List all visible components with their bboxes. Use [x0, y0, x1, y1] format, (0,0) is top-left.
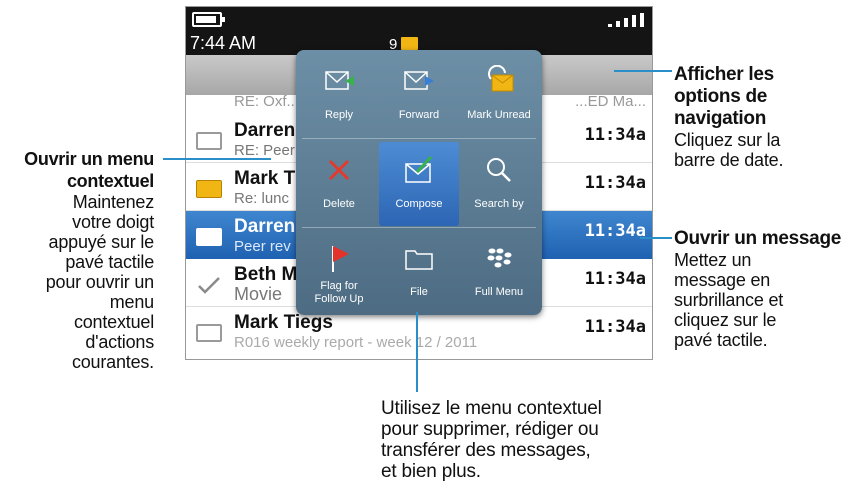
message-time: 11:34a: [584, 221, 646, 241]
flag-label-line2: Follow Up: [314, 293, 364, 305]
search-by-menu-item[interactable]: Search by: [459, 142, 539, 226]
message-sender: Beth M: [234, 264, 298, 285]
message-time: 11:34a: [584, 173, 646, 193]
annotation-heading: options de: [674, 86, 768, 107]
callout-line-bottom: [416, 312, 418, 392]
message-time: 11:34a: [584, 269, 646, 289]
annotation-line: Utilisez le menu contextuel: [381, 398, 602, 419]
annotation-line: votre doigt: [72, 212, 154, 232]
message-sender: Mark T: [234, 168, 296, 189]
annotation-line: barre de date.: [674, 150, 784, 170]
annotation-heading: Ouvrir un message: [674, 228, 842, 249]
compose-menu-item[interactable]: Compose: [379, 142, 459, 226]
read-envelope-icon: [196, 132, 222, 150]
status-bar: 7:44 AM 9: [186, 7, 652, 55]
phone-screen: 7:44 AM 9 RE: Oxf... ...ED Ma... Darren …: [185, 6, 653, 360]
annotation-line: message en: [674, 270, 771, 290]
annotation-line: Maintenez: [72, 192, 154, 212]
menu-divider: [302, 227, 536, 228]
unread-envelope-icon: [401, 37, 418, 50]
reply-menu-item[interactable]: Reply: [299, 53, 379, 137]
context-menu: Reply Forward Mark Unread Delete Compose…: [296, 50, 542, 315]
folder-icon: [405, 250, 433, 270]
blackberry-logo-icon: [487, 248, 512, 268]
battery-icon: [192, 12, 225, 27]
annotation-line: pour ouvrir un: [45, 272, 154, 292]
message-subject: RE: Oxf...: [234, 93, 300, 110]
open-envelope-icon: [196, 228, 222, 246]
flag-label-line1: Flag for: [320, 280, 358, 292]
forward-icon: [404, 71, 434, 90]
unread-envelope-icon: [196, 180, 222, 198]
message-time: ...ED Ma...: [575, 93, 646, 110]
annotation-navigation-options: Afficher les options de navigation Cliqu…: [674, 64, 854, 170]
flag-menu-item[interactable]: Flag for Follow Up: [299, 230, 379, 314]
callout-line-right-mid: [640, 237, 672, 239]
annotation-heading: Ouvrir un menu: [24, 149, 154, 169]
annotation-line: d'actions: [85, 332, 154, 352]
annotation-line: pour supprimer, rédiger ou: [381, 419, 599, 440]
message-subject: Peer rev: [234, 238, 291, 255]
delete-label: Delete: [323, 198, 355, 210]
annotation-heading: contextuel: [66, 171, 154, 191]
message-subject: Re: lunc: [234, 190, 290, 207]
file-menu-item[interactable]: File: [379, 230, 459, 314]
annotation-context-menu: Ouvrir un menu contextuel Maintenez votr…: [0, 148, 154, 372]
reply-icon: [325, 71, 354, 90]
annotation-open-message: Ouvrir un message Mettez un message en s…: [674, 228, 854, 350]
message-subject: Movie: [234, 284, 283, 304]
search-by-label: Search by: [474, 198, 524, 210]
compose-icon: [405, 155, 433, 183]
compose-label: Compose: [395, 198, 443, 210]
mark-unread-menu-item[interactable]: Mark Unread: [459, 53, 539, 137]
message-sender: Darren: [234, 216, 296, 237]
flag-icon: [332, 246, 349, 272]
forward-label: Forward: [398, 109, 440, 121]
annotation-line: Mettez un: [674, 250, 752, 270]
annotation-line: et bien plus.: [381, 461, 481, 482]
checkmark-icon: [198, 277, 220, 294]
flag-label: Flag for Follow Up: [299, 280, 379, 306]
message-sender: Mark Tiegs: [234, 312, 333, 333]
annotation-line: Cliquez sur la: [674, 130, 781, 150]
annotation-context-actions: Utilisez le menu contextuel pour supprim…: [381, 398, 661, 482]
annotation-body: Maintenez votre doigt appuyé sur le pavé…: [0, 192, 154, 372]
annotation-line: cliquez sur le: [674, 310, 777, 330]
message-subject: RE: Peer: [234, 142, 295, 159]
mark-unread-icon: [488, 65, 514, 92]
annotation-heading: Afficher les: [674, 64, 774, 85]
file-label: File: [410, 286, 428, 298]
menu-divider: [302, 138, 536, 139]
annotation-line: appuyé sur le: [48, 232, 155, 252]
message-time: 11:34a: [584, 317, 646, 337]
callout-line-right-top: [614, 70, 672, 72]
reply-label: Reply: [324, 109, 354, 121]
annotation-line: pavé tactile.: [674, 330, 768, 350]
clock: 7:44 AM: [190, 33, 257, 53]
mark-unread-label: Mark Unread: [467, 109, 531, 121]
annotation-line: contextuel: [73, 312, 154, 332]
signal-icon: [608, 13, 646, 27]
full-menu-item[interactable]: Full Menu: [459, 230, 539, 314]
callout-line-left: [163, 158, 271, 160]
read-envelope-icon: [196, 324, 222, 342]
delete-x-icon: [328, 159, 350, 181]
annotation-line: surbrillance et: [674, 290, 784, 310]
annotation-line: menu: [109, 292, 154, 312]
annotation-line: pavé tactile: [65, 252, 154, 272]
message-subject: R016 weekly report - week 12 / 2011: [234, 334, 478, 351]
forward-menu-item[interactable]: Forward: [379, 53, 459, 137]
message-time: 11:34a: [584, 125, 646, 145]
annotation-line: transférer des messages,: [381, 440, 591, 461]
delete-menu-item[interactable]: Delete: [299, 142, 379, 226]
message-sender: Darren: [234, 120, 296, 141]
annotation-heading: navigation: [674, 108, 767, 129]
full-menu-label: Full Menu: [474, 286, 524, 298]
search-icon: [487, 158, 511, 182]
annotation-line: courantes.: [71, 352, 154, 372]
